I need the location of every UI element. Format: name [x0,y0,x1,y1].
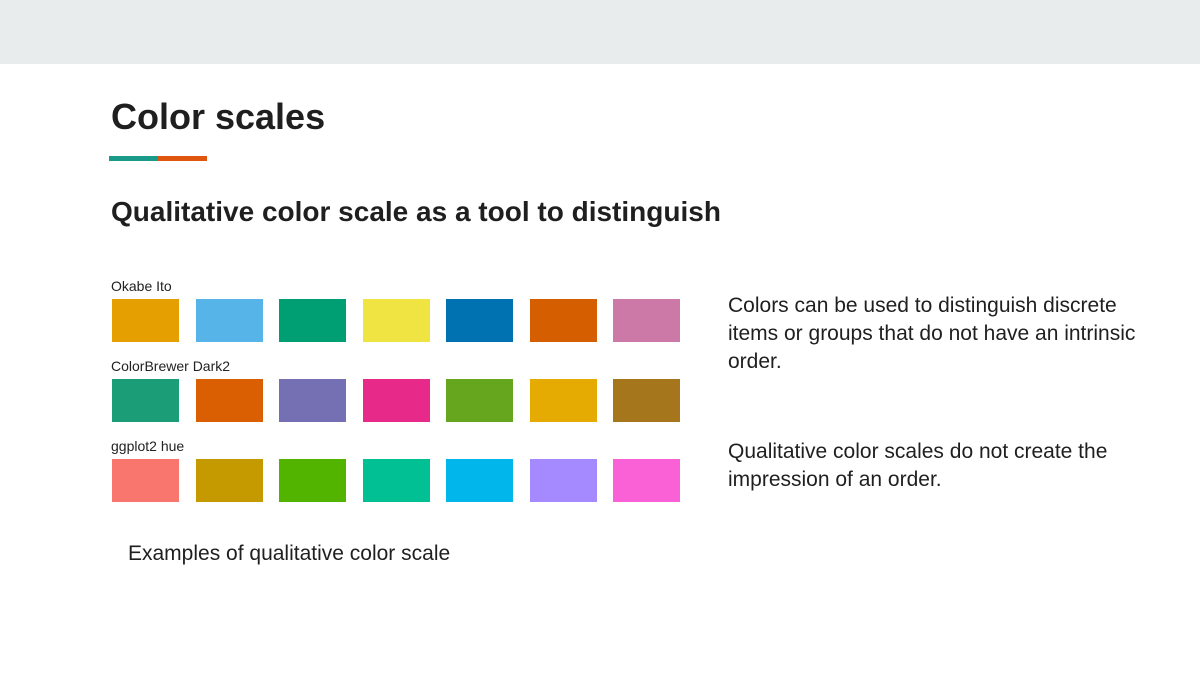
color-swatch [446,299,513,342]
color-swatch [446,379,513,422]
color-swatch [112,379,179,422]
palette-row-ggplot2-hue [112,459,680,502]
color-swatch [112,459,179,502]
header-band [0,0,1200,64]
palette-label-colorbrewer-dark2: ColorBrewer Dark2 [111,358,231,374]
slide-title: Color scales [111,96,326,137]
color-swatch [195,379,263,422]
color-swatch [613,459,680,502]
palette-row-colorbrewer-dark2 [112,379,680,422]
color-swatch [279,299,346,342]
color-swatch [362,379,430,422]
underline-segment-teal [109,156,158,161]
slide-subtitle: Qualitative color scale as a tool to dis… [111,196,721,227]
color-swatch [195,459,263,502]
color-swatch [279,379,346,422]
color-swatch [529,299,597,342]
color-swatch [279,459,346,502]
color-swatch [613,379,680,422]
palette-label-okabe-ito: Okabe Ito [111,278,172,294]
note-distinguish: Colors can be used to distinguish discre… [728,294,1136,373]
title-underline [109,156,207,161]
color-swatch [529,379,597,422]
color-swatch [446,459,513,502]
color-swatch [613,299,680,342]
color-swatch [362,299,430,342]
color-swatch [529,459,597,502]
underline-segment-orange [158,156,207,161]
palette-row-okabe-ito [112,299,680,342]
color-swatch [112,299,179,342]
palette-label-ggplot2-hue: ggplot2 hue [111,438,185,454]
figure-caption: Examples of qualitative color scale [128,542,451,565]
color-swatch [362,459,430,502]
color-swatch [195,299,263,342]
note-no-order: Qualitative color scales do not create t… [728,440,1108,491]
